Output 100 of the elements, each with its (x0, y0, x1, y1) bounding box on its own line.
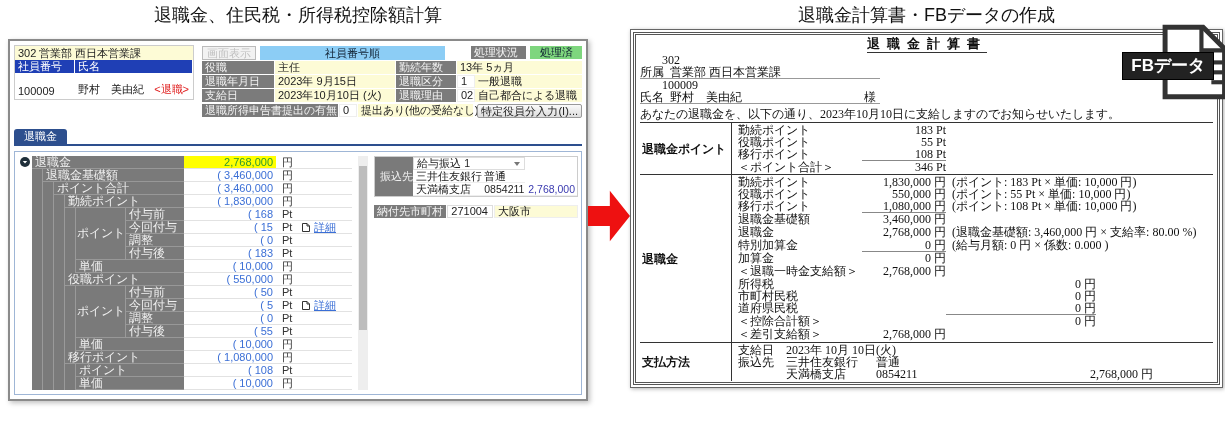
tree-indent (32, 169, 43, 182)
row-label: ポイント合計 (54, 182, 184, 195)
value-field: 自己都合による退職 (475, 89, 582, 102)
employee-name: 野村 美由紀 (670, 91, 742, 103)
amount-text: 1,830,000 円 (882, 176, 946, 188)
value-field: 2023年 9月15日 (275, 75, 395, 88)
employee-name: 野村 美由紀 (77, 82, 145, 97)
select-field[interactable]: 給与振込 1 (413, 157, 526, 170)
field-label: 所属 (640, 66, 664, 78)
unit-label: 円 (281, 156, 294, 168)
amount-text: 0 円 (1074, 290, 1096, 302)
item-label: ＜退職一時金支給額＞ (738, 265, 858, 277)
payment-text: 0854211 (876, 368, 919, 380)
section-label: 退職金ポイント (640, 123, 732, 174)
field-label: 役職 (202, 61, 274, 74)
amount-text: 0 円 (946, 302, 1096, 315)
row-label: 付与後 (126, 247, 184, 260)
column-header: 社員番号 (15, 60, 75, 73)
amount-value: ( 1,830,000 (216, 195, 274, 207)
code-field[interactable]: 0 (339, 104, 357, 117)
item-label: 移行ポイント (738, 148, 810, 161)
field-label: 退職年月日 (202, 75, 274, 88)
item-label: 市町村民税 (738, 290, 798, 302)
dropdown-icon (514, 161, 521, 166)
unit-label: 円 (281, 169, 294, 181)
detail-link[interactable]: 詳細 (314, 299, 336, 311)
amount-text: 0 円 (1074, 278, 1096, 290)
row-label: 調整 (126, 312, 184, 325)
bank-text: 0854211 (481, 183, 526, 196)
honorific: 様 (864, 91, 877, 103)
tree-indent (32, 377, 43, 390)
scrollbar[interactable] (358, 156, 369, 390)
field-label: 退職理由 (396, 89, 456, 102)
row-label: 退職金基礎額 (43, 169, 184, 182)
column-header: 氏名 (75, 60, 193, 73)
amount-text: 2,768,000 円 (882, 226, 946, 238)
item-label: 勤続ポイント (738, 124, 810, 136)
unit-label: 円 (281, 195, 294, 207)
section-heading: 退職金計算書・FBデータの作成 (797, 4, 1056, 27)
tree-indent (65, 377, 76, 390)
document-icon (302, 222, 310, 232)
payment-text: 2023年 10月 10日(火) (786, 344, 896, 356)
field-label: 氏名 (640, 91, 664, 103)
tab[interactable]: 退職金 (14, 129, 67, 144)
field-label: 支給日 (202, 89, 274, 102)
item-label: 加算金 (738, 252, 774, 264)
code-field[interactable]: 1 (457, 75, 475, 88)
field-label: 納付先市町村 (374, 205, 447, 218)
unit-label: 円 (281, 377, 294, 389)
unit-label: 円 (281, 351, 294, 363)
department-code: 302 (662, 54, 680, 66)
item-label: 特別加算金 (738, 239, 798, 252)
amount-value: ( 55 (253, 325, 274, 337)
amount-value: ( 0 (259, 312, 274, 324)
document-title: 退職金計算書 (866, 36, 987, 53)
status-text: <退職> (154, 82, 190, 97)
value-field: 一般退職 (475, 75, 582, 88)
scroll-thumb[interactable] (359, 166, 368, 330)
unit-label: Pt (281, 234, 294, 246)
unit-label: Pt (281, 208, 294, 220)
row-label: ポイント (76, 364, 184, 377)
group-label: ポイント (76, 208, 126, 260)
payment-text: 普通 (876, 356, 901, 368)
value-field: 13年 5ヵ月 (457, 61, 582, 74)
value-field: 主任 (275, 61, 395, 74)
amount-text: 0 円 (924, 252, 946, 264)
code-field[interactable]: 271004 (447, 205, 494, 218)
field-label: 処理状況 (471, 46, 526, 59)
amount-text: 183 Pt (914, 124, 946, 136)
amount-value: ( 168 (246, 208, 274, 220)
item-label: 道府県民税 (738, 302, 798, 315)
amount-text: 550,000 円 (892, 188, 946, 200)
amount-value: ( 3,460,000 (216, 182, 274, 194)
section-label: 退職金 (640, 175, 732, 342)
row-label: 役職ポイント (65, 273, 184, 286)
amount-text: 2,768,000 円 (1089, 368, 1154, 380)
amount-value: ( 1,080,000 (216, 351, 274, 363)
row-label: 今回付与 (126, 221, 184, 234)
bank-text: 三井住友銀行 (413, 170, 482, 183)
row-label: 単価 (76, 260, 184, 273)
unit-label: Pt (281, 299, 294, 311)
item-label: 振込先 (738, 356, 775, 368)
row-label: 付与後 (126, 325, 184, 338)
collapse-icon[interactable] (20, 157, 30, 167)
value-field: 大阪市 (494, 205, 578, 218)
fb-data-label: FBデータ (1122, 52, 1214, 80)
code-field[interactable]: 02 (457, 89, 475, 102)
item-label: ＜差引支給額＞ (738, 328, 822, 340)
department-name: 営業部 西日本営業課 (670, 66, 781, 78)
calculation-note: (退職金基礎額: 3,460,000 円 × 支給率: 80.00 %) (951, 226, 1197, 238)
unit-label: 円 (281, 182, 294, 194)
amount-text: 55 Pt (920, 136, 946, 148)
sort-bar[interactable]: 社員番号順 (260, 45, 445, 60)
field-label: 振込先 (375, 157, 414, 196)
detail-link[interactable]: 詳細 (314, 221, 336, 233)
item-label: 退職金基礎額 (738, 213, 810, 225)
unit-label: Pt (281, 221, 294, 233)
bank-text: 天満橋支店 (413, 183, 482, 196)
section-heading: 退職金、住民税・所得税控除額計算 (153, 4, 443, 27)
officer-input-button[interactable]: 特定役員分入力(I)... (477, 103, 582, 118)
